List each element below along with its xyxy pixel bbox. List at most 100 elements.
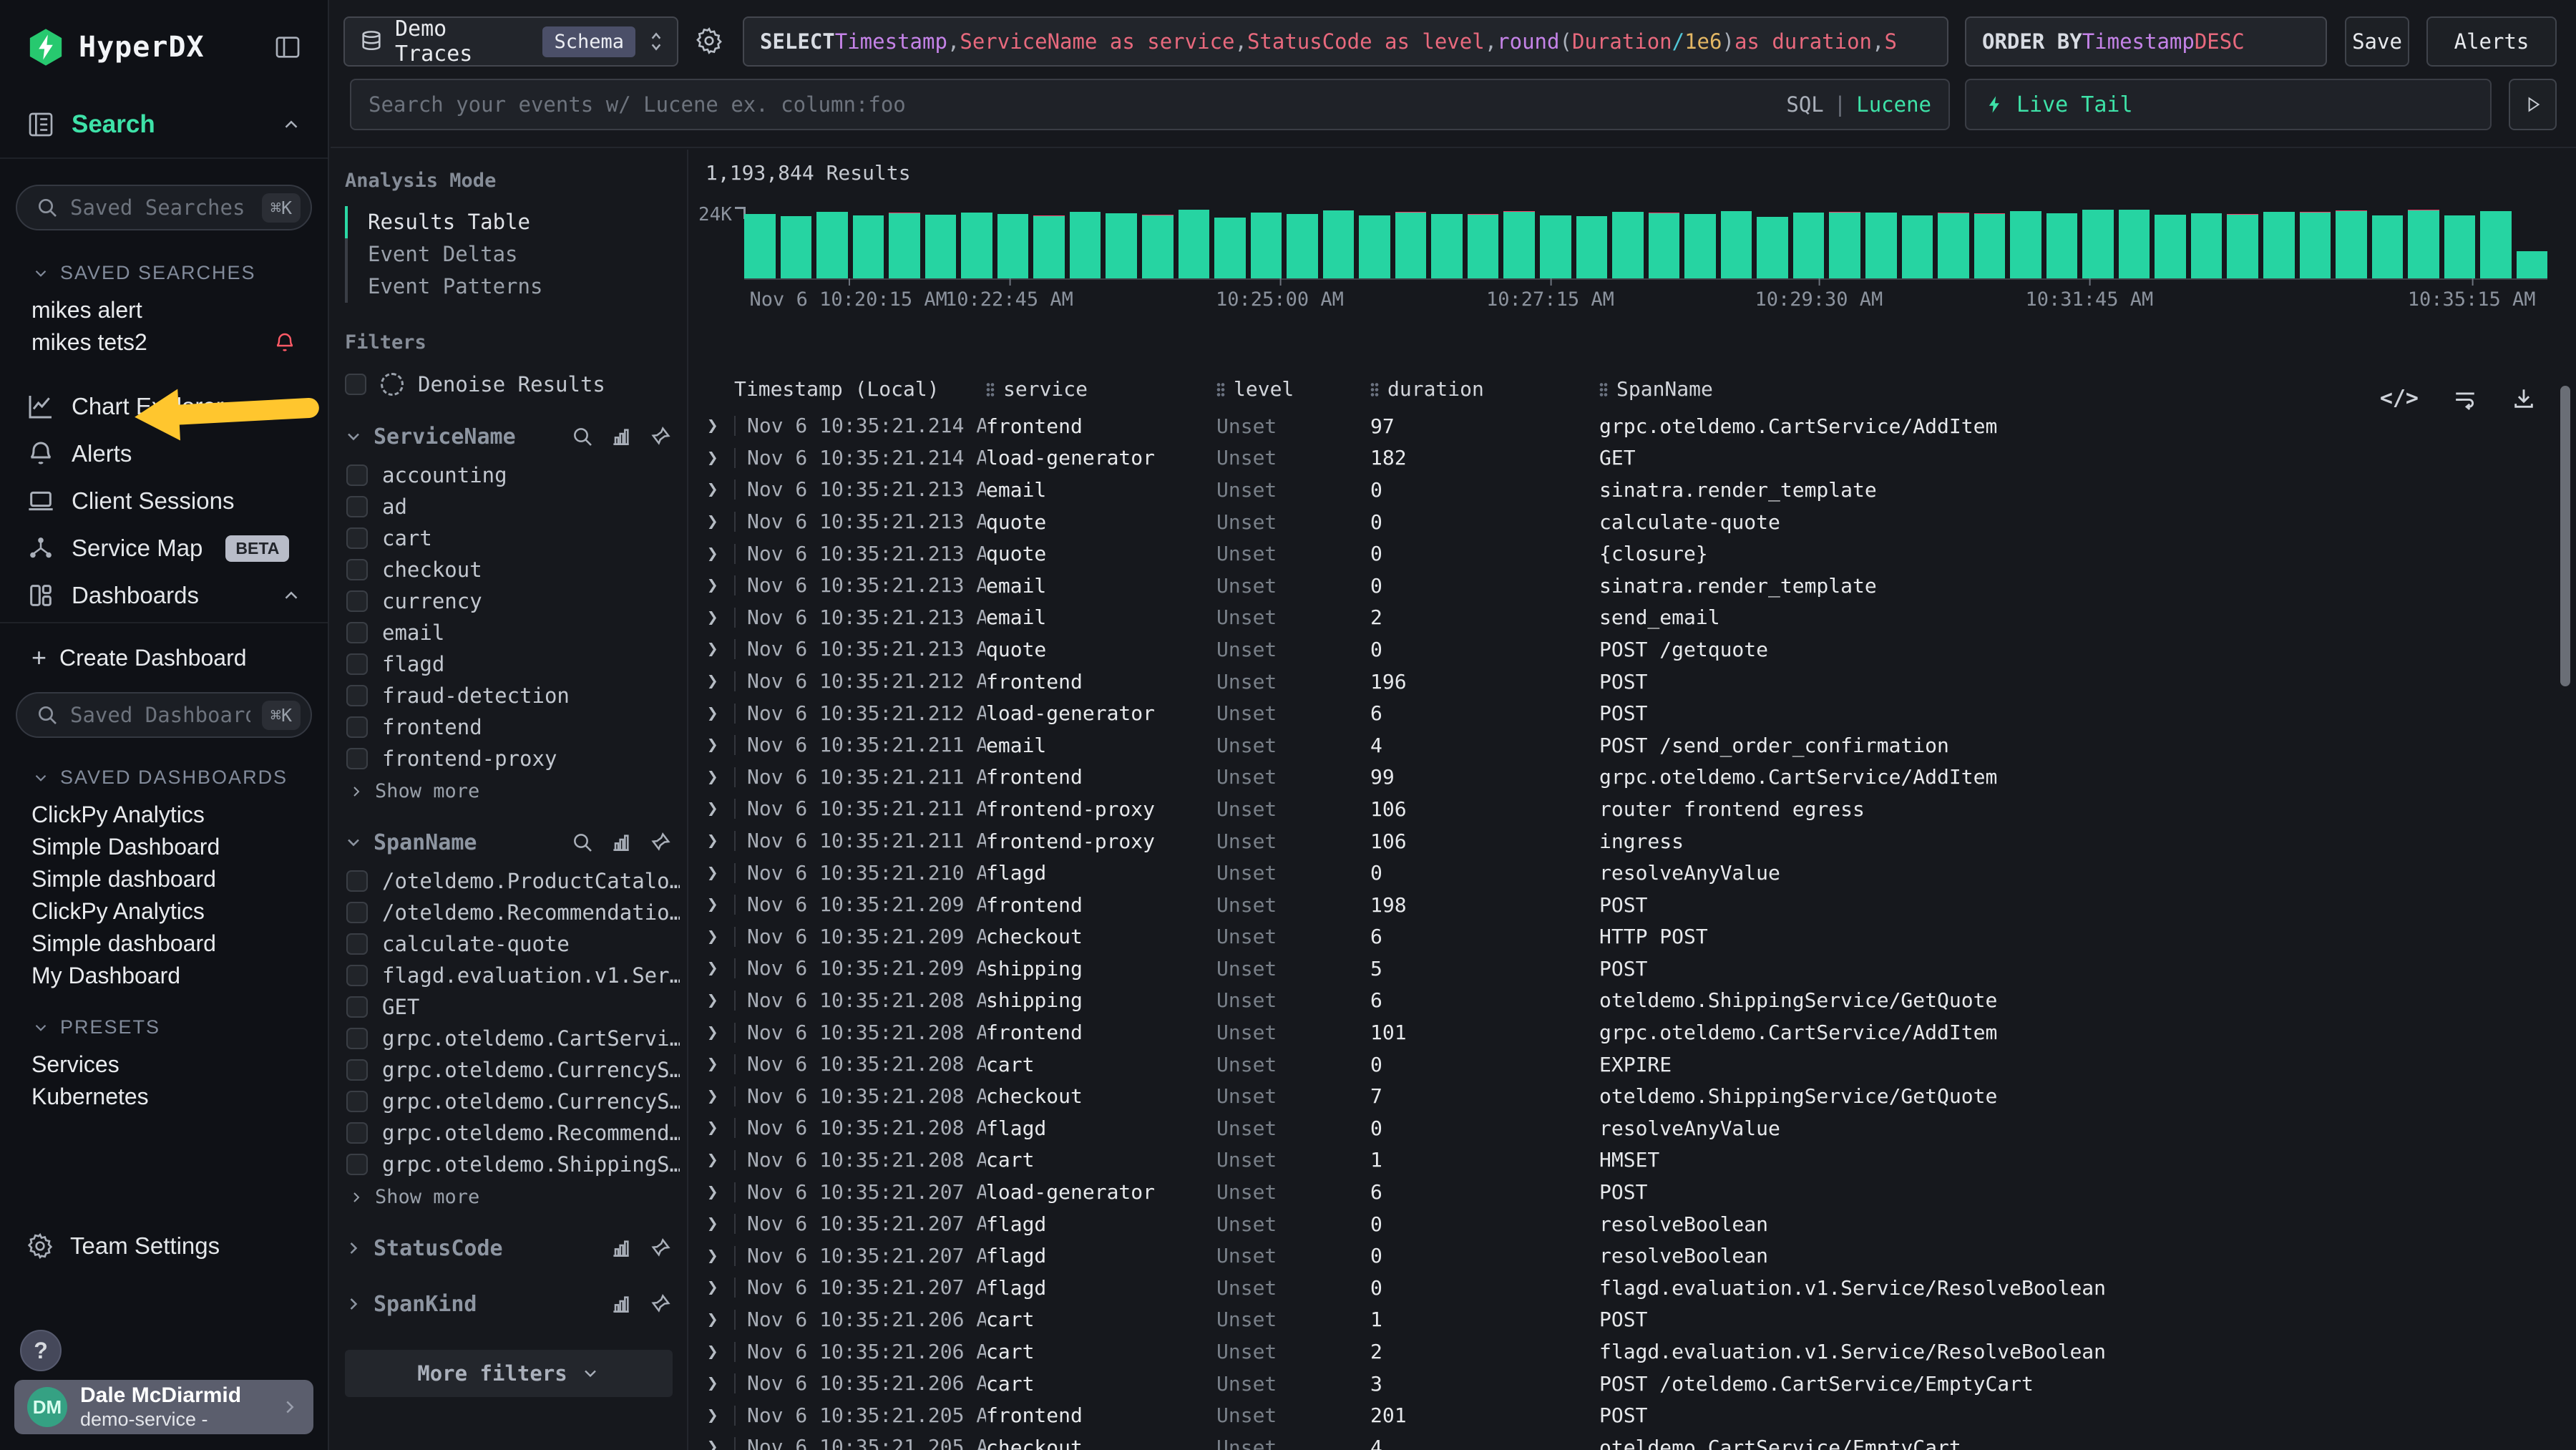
checkbox[interactable] [346, 1028, 368, 1049]
facet-value-item[interactable]: frontend [331, 711, 687, 743]
facet-value-item[interactable]: checkout [331, 554, 687, 585]
presets-header[interactable]: PRESETS [31, 1016, 328, 1038]
table-row[interactable]: ❯Nov 6 10:35:21.210 AMflagdUnset0resolve… [690, 857, 2555, 889]
histogram-bar[interactable] [1576, 216, 1608, 278]
checkbox[interactable] [346, 464, 368, 486]
table-row[interactable]: ❯Nov 6 10:35:21.208 AMcartUnset0EXPIRE [690, 1048, 2555, 1081]
facet-value-item[interactable]: cart [331, 522, 687, 554]
histogram-bar[interactable] [853, 215, 884, 278]
checkbox[interactable] [346, 716, 368, 738]
facet-chart-icon[interactable] [610, 425, 633, 448]
histogram-bar[interactable] [1395, 212, 1427, 278]
histogram-bar[interactable] [889, 213, 920, 278]
saved-dashboard-item[interactable]: My Dashboard [0, 960, 328, 992]
checkbox[interactable] [346, 622, 368, 643]
source-selector[interactable]: Demo Traces Schema [343, 16, 678, 67]
facet-value-item[interactable]: /oteldemo.ProductCatalo… [331, 865, 687, 897]
row-expand-icon[interactable]: ❯ [690, 543, 734, 565]
facet-value-item[interactable]: currency [331, 585, 687, 617]
histogram-bar[interactable] [2191, 213, 2223, 278]
table-row[interactable]: ❯Nov 6 10:35:21.208 AMflagdUnset0resolve… [690, 1112, 2555, 1144]
analysis-mode-item[interactable]: Event Patterns [348, 271, 687, 303]
saved-dashboards-input[interactable]: Saved Dashboards ⌘K [16, 692, 312, 738]
row-expand-icon[interactable]: ❯ [690, 1117, 734, 1139]
table-row[interactable]: ❯Nov 6 10:35:21.208 AMcartUnset1HMSET [690, 1144, 2555, 1177]
histogram-bar[interactable] [1684, 214, 1716, 278]
histogram-bar[interactable] [2155, 215, 2186, 278]
table-row[interactable]: ❯Nov 6 10:35:21.213 AMemailUnset0sinatra… [690, 474, 2555, 506]
row-expand-icon[interactable]: ❯ [690, 1182, 734, 1203]
histogram-bar[interactable] [925, 215, 957, 278]
saved-search-item[interactable]: mikes alert [0, 294, 328, 326]
column-drag-handle-icon[interactable] [1216, 382, 1225, 396]
facet-search-icon[interactable] [571, 425, 594, 448]
checkbox[interactable] [346, 1059, 368, 1081]
schema-badge[interactable]: Schema [542, 26, 635, 57]
table-row[interactable]: ❯Nov 6 10:35:21.212 AMload-generatorUnse… [690, 697, 2555, 729]
facet-value-item[interactable]: grpc.oteldemo.Recommend… [331, 1117, 687, 1149]
row-expand-icon[interactable]: ❯ [690, 1022, 734, 1043]
run-query-button[interactable] [2509, 79, 2557, 130]
histogram-bar[interactable] [1503, 211, 1535, 278]
checkbox[interactable] [345, 374, 366, 395]
checkbox[interactable] [346, 870, 368, 892]
facet-value-item[interactable]: fraud-detection [331, 680, 687, 711]
histogram-bar[interactable] [1142, 215, 1174, 278]
show-more-button[interactable]: Show more [331, 774, 687, 802]
histogram-bar[interactable] [1033, 215, 1065, 278]
row-expand-icon[interactable]: ❯ [690, 990, 734, 1011]
table-row[interactable]: ❯Nov 6 10:35:21.213 AMemailUnset0sinatra… [690, 570, 2555, 602]
column-header[interactable]: duration [1370, 377, 1599, 401]
checkbox[interactable] [346, 748, 368, 769]
row-expand-icon[interactable]: ❯ [690, 894, 734, 915]
facet-value-item[interactable]: grpc.oteldemo.CurrencyS… [331, 1086, 687, 1117]
sidebar-collapse-icon[interactable] [273, 33, 302, 62]
column-drag-handle-icon[interactable] [1370, 382, 1379, 396]
histogram-bar[interactable] [1612, 212, 1644, 278]
checkbox[interactable] [346, 933, 368, 955]
facet-value-item[interactable]: ad [331, 491, 687, 522]
histogram-bar[interactable] [2517, 251, 2548, 278]
sidebar-item-service-map[interactable]: Service Map BETA [0, 525, 328, 572]
checkbox[interactable] [346, 965, 368, 986]
facet-pin-icon[interactable] [648, 1293, 671, 1315]
row-expand-icon[interactable]: ❯ [690, 415, 734, 437]
histogram-bar[interactable] [1070, 212, 1101, 278]
table-row[interactable]: ❯Nov 6 10:35:21.214 AMfrontendUnset97grp… [690, 410, 2555, 442]
facet-value-item[interactable]: grpc.oteldemo.CurrencyS… [331, 1054, 687, 1086]
histogram-bar[interactable] [1865, 213, 1897, 278]
column-drag-handle-icon[interactable] [1599, 382, 1608, 396]
histogram-bar[interactable] [1793, 213, 1825, 278]
table-row[interactable]: ❯Nov 6 10:35:21.207 AMflagdUnset0resolve… [690, 1208, 2555, 1240]
row-expand-icon[interactable]: ❯ [690, 638, 734, 660]
language-toggle-sql[interactable]: SQL [1786, 92, 1823, 117]
histogram-bar[interactable] [2082, 210, 2114, 278]
sidebar-item-client-sessions[interactable]: Client Sessions [0, 477, 328, 525]
histogram-bar[interactable] [1468, 214, 1499, 278]
table-row[interactable]: ❯Nov 6 10:35:21.207 AMflagdUnset0resolve… [690, 1240, 2555, 1272]
row-expand-icon[interactable]: ❯ [690, 703, 734, 724]
histogram-bar[interactable] [816, 212, 848, 278]
select-clause-input[interactable]: SELECT Timestamp, ServiceName as service… [743, 16, 1948, 67]
row-expand-icon[interactable]: ❯ [690, 830, 734, 852]
row-expand-icon[interactable]: ❯ [690, 607, 734, 628]
histogram-bar[interactable] [2010, 211, 2041, 278]
facet-chart-icon[interactable] [610, 831, 633, 854]
analysis-mode-item[interactable]: Results Table [348, 206, 687, 238]
table-row[interactable]: ❯Nov 6 10:35:21.205 AMcheckoutUnset4otel… [690, 1431, 2555, 1450]
user-menu[interactable]: DM Dale McDiarmid demo-service - [14, 1380, 313, 1434]
live-tail-button[interactable]: Live Tail [1965, 79, 2492, 130]
row-expand-icon[interactable]: ❯ [690, 767, 734, 788]
help-button[interactable]: ? [20, 1330, 62, 1371]
column-header[interactable]: Timestamp (Local) [734, 377, 986, 401]
histogram-bar[interactable] [1214, 218, 1246, 278]
facet-header[interactable]: ServiceName [331, 421, 687, 452]
histogram-bar[interactable] [2444, 215, 2476, 278]
row-expand-icon[interactable]: ❯ [690, 958, 734, 979]
more-filters-button[interactable]: More filters [345, 1350, 673, 1397]
row-expand-icon[interactable]: ❯ [690, 1309, 734, 1330]
row-expand-icon[interactable]: ❯ [690, 1373, 734, 1394]
checkbox[interactable] [346, 653, 368, 675]
histogram-bar[interactable] [1649, 213, 1680, 278]
facet-value-item[interactable]: calculate-quote [331, 928, 687, 960]
